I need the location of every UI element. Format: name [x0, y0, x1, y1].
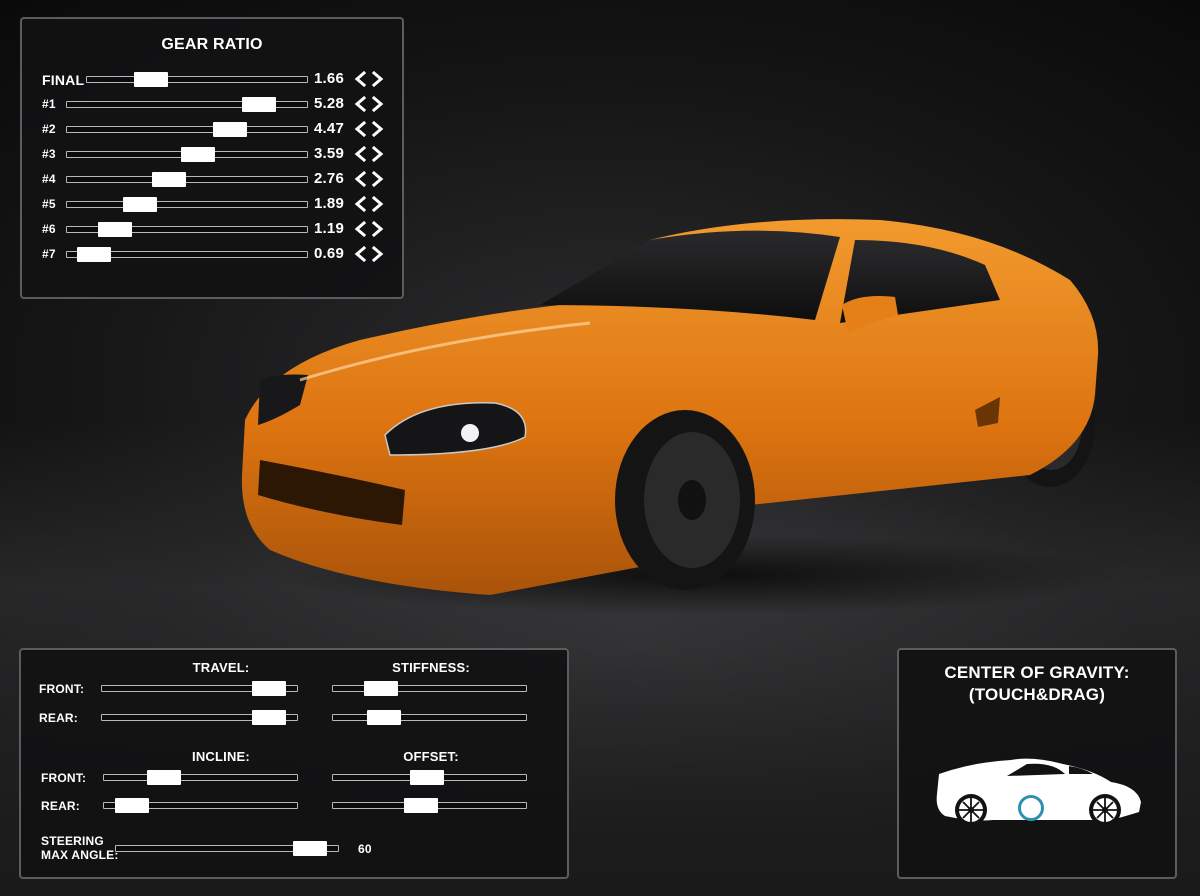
gear-final-thumb[interactable] [134, 72, 168, 87]
incline-front-slider[interactable] [103, 770, 298, 785]
chevron-left-icon[interactable] [353, 221, 368, 237]
chevron-right-icon[interactable] [370, 71, 385, 87]
gear-1-value: 5.28 [314, 95, 344, 112]
incline-rear-label: REAR: [41, 799, 80, 813]
suspension-panel: TRAVEL: STIFFNESS: FRONT: REAR: INCLINE:… [19, 648, 569, 879]
chevron-right-icon[interactable] [370, 96, 385, 112]
chevron-right-icon[interactable] [370, 196, 385, 212]
gear-final-value: 1.66 [314, 70, 344, 87]
stiffness-rear-thumb[interactable] [367, 710, 401, 725]
offset-rear-slider[interactable] [332, 798, 527, 813]
incline-front-label: FRONT: [41, 771, 87, 785]
chevron-left-icon[interactable] [353, 196, 368, 212]
gear-6-slider[interactable] [66, 222, 308, 237]
offset-rear-thumb[interactable] [404, 798, 438, 813]
chevron-left-icon[interactable] [353, 171, 368, 187]
steering-max-angle-thumb[interactable] [293, 841, 327, 856]
gear-3-label: #3 [42, 147, 56, 161]
chevron-right-icon[interactable] [370, 121, 385, 137]
offset-front-slider[interactable] [332, 770, 527, 785]
gear-7-slider[interactable] [66, 247, 308, 262]
steering-max-angle-slider[interactable] [115, 841, 339, 856]
gear-1-stepper[interactable] [353, 96, 387, 112]
chevron-right-icon[interactable] [370, 146, 385, 162]
chevron-right-icon[interactable] [370, 221, 385, 237]
car-silhouette-icon [936, 758, 1141, 826]
travel-front-slider[interactable] [101, 681, 298, 696]
chevron-left-icon[interactable] [353, 146, 368, 162]
gear-2-value: 4.47 [314, 120, 344, 137]
chevron-left-icon[interactable] [353, 121, 368, 137]
gear-7-value: 0.69 [314, 245, 344, 262]
incline-rear-thumb[interactable] [115, 798, 149, 813]
stiffness-rear-slider[interactable] [332, 710, 527, 725]
center-of-gravity-panel: CENTER OF GRAVITY: (TOUCH&DRAG) [897, 648, 1177, 879]
gear-4-value: 2.76 [314, 170, 344, 187]
gear-ratio-title: GEAR RATIO [161, 36, 263, 53]
gear-final-stepper[interactable] [353, 71, 387, 87]
gear-5-slider[interactable] [66, 197, 308, 212]
steering-label-line1: STEERING [41, 834, 104, 848]
gear-final-slider[interactable] [86, 72, 308, 87]
chevron-right-icon[interactable] [370, 246, 385, 262]
steering-max-angle-value: 60 [358, 842, 372, 856]
travel-rear-thumb[interactable] [252, 710, 286, 725]
chevron-left-icon[interactable] [353, 246, 368, 262]
steering-label: STEERING MAX ANGLE: [41, 834, 119, 862]
incline-rear-slider[interactable] [103, 798, 298, 813]
cog-title-line2: (TOUCH&DRAG) [968, 685, 1106, 704]
gear-6-label: #6 [42, 222, 56, 236]
cog-title-line1: CENTER OF GRAVITY: [944, 663, 1130, 682]
travel-rear-label: REAR: [39, 711, 78, 725]
stiffness-title: STIFFNESS: [392, 660, 470, 675]
front-wheel-icon [1089, 794, 1121, 826]
gear-3-thumb[interactable] [181, 147, 215, 162]
incline-front-thumb[interactable] [147, 770, 181, 785]
offset-title: OFFSET: [403, 749, 459, 764]
gear-5-stepper[interactable] [353, 196, 387, 212]
gear-4-label: #4 [42, 172, 56, 186]
gear-5-label: #5 [42, 197, 56, 211]
gear-7-label: #7 [42, 247, 56, 261]
gear-4-slider[interactable] [66, 172, 308, 187]
gear-1-slider[interactable] [66, 97, 308, 112]
travel-front-label: FRONT: [39, 682, 85, 696]
gear-3-stepper[interactable] [353, 146, 387, 162]
gear-5-value: 1.89 [314, 195, 344, 212]
gear-1-label: #1 [42, 97, 56, 111]
travel-front-thumb[interactable] [252, 681, 286, 696]
gear-3-slider[interactable] [66, 147, 308, 162]
gear-4-stepper[interactable] [353, 171, 387, 187]
stiffness-front-thumb[interactable] [364, 681, 398, 696]
gear-2-slider[interactable] [66, 122, 308, 137]
gear-6-value: 1.19 [314, 220, 344, 237]
steering-label-line2: MAX ANGLE: [41, 848, 119, 862]
offset-front-thumb[interactable] [410, 770, 444, 785]
gear-3-value: 3.59 [314, 145, 344, 162]
rear-wheel-icon [955, 794, 987, 826]
travel-rear-slider[interactable] [101, 710, 298, 725]
center-of-gravity-marker[interactable] [1018, 795, 1044, 821]
incline-title: INCLINE: [192, 749, 250, 764]
gear-2-thumb[interactable] [213, 122, 247, 137]
chevron-right-icon[interactable] [370, 171, 385, 187]
gear-7-stepper[interactable] [353, 246, 387, 262]
gear-final-label: FINAL [42, 72, 85, 88]
gear-2-label: #2 [42, 122, 56, 136]
chevron-left-icon[interactable] [353, 71, 368, 87]
gear-1-thumb[interactable] [242, 97, 276, 112]
gear-4-thumb[interactable] [152, 172, 186, 187]
gear-7-thumb[interactable] [77, 247, 111, 262]
gear-6-thumb[interactable] [98, 222, 132, 237]
chevron-left-icon[interactable] [353, 96, 368, 112]
gear-2-stepper[interactable] [353, 121, 387, 137]
stiffness-front-slider[interactable] [332, 681, 527, 696]
gear-6-stepper[interactable] [353, 221, 387, 237]
gear-5-thumb[interactable] [123, 197, 157, 212]
gear-ratio-panel: GEAR RATIO FINAL 1.66 #1 5.28 #2 4.47 #3 3.59 #4… [20, 17, 404, 299]
travel-title: TRAVEL: [192, 660, 250, 675]
